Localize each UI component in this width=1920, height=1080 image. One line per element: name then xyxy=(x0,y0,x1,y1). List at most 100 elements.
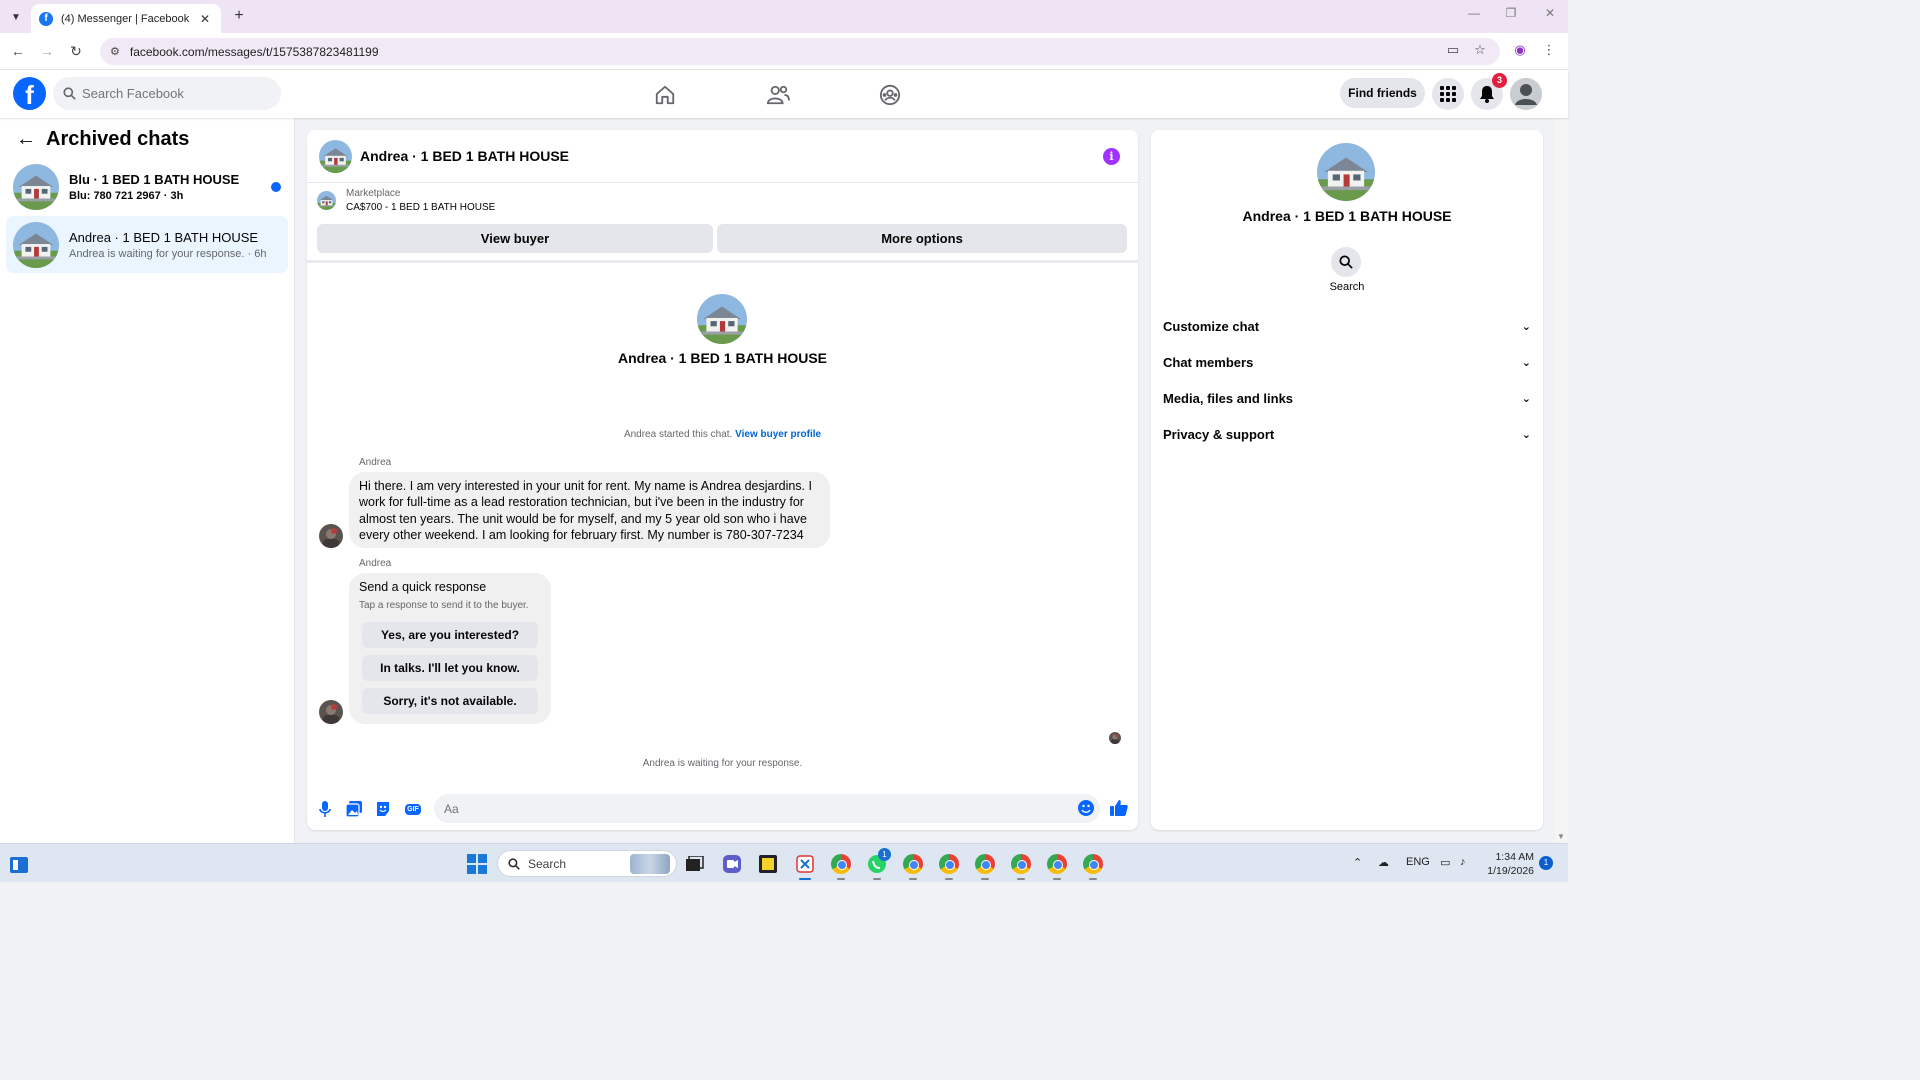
chat-started-notice: Andrea started this chat. View buyer pro… xyxy=(307,429,1138,440)
running-indicator xyxy=(1053,878,1061,880)
tray-overflow-icon[interactable]: ⌃ xyxy=(1353,856,1362,869)
window-close-button[interactable]: ✕ xyxy=(1535,6,1565,20)
taskbar-search[interactable]: Search xyxy=(497,850,677,877)
archived-chats-panel: ← Archived chats Blu · 1 BED 1 BATH HOUS… xyxy=(0,118,295,843)
active-app-indicator xyxy=(799,878,811,880)
address-bar[interactable]: ⚙ facebook.com/messages/t/15753878234811… xyxy=(100,38,1500,65)
panel-title: Archived chats xyxy=(46,128,190,150)
widgets-icon[interactable] xyxy=(7,853,31,877)
like-thumb-icon[interactable] xyxy=(1109,798,1129,818)
more-options-button[interactable]: More options xyxy=(717,224,1127,253)
conversation-title[interactable]: Andrea · 1 BED 1 BATH HOUSE xyxy=(360,148,569,164)
running-indicator xyxy=(981,878,989,880)
view-buyer-button[interactable]: View buyer xyxy=(317,224,713,253)
minimize-button[interactable]: — xyxy=(1459,6,1489,20)
customize-chat-section[interactable]: Customize chat ⌄ xyxy=(1163,312,1531,340)
back-arrow-icon[interactable]: ← xyxy=(16,128,36,151)
sticker-icon[interactable] xyxy=(373,799,393,819)
forward-icon[interactable]: → xyxy=(37,41,57,61)
find-friends-button[interactable]: Find friends xyxy=(1340,78,1425,108)
search-icon xyxy=(1339,255,1353,269)
search-in-conversation-button[interactable] xyxy=(1331,247,1361,277)
sticky-notes-icon[interactable] xyxy=(756,852,780,876)
gif-icon[interactable]: GIF xyxy=(403,799,423,819)
chat-details-panel: Andrea · 1 BED 1 BATH HOUSE Search Custo… xyxy=(1151,130,1543,830)
chat-list-item[interactable]: Blu · 1 BED 1 BATH HOUSE Blu: 780 721 29… xyxy=(6,158,288,215)
system-clock[interactable]: 1:34 AM 1/19/2026 xyxy=(1484,850,1534,878)
volume-icon[interactable]: ♪ xyxy=(1460,856,1466,868)
install-app-icon[interactable]: ▭ xyxy=(1443,42,1463,62)
running-indicator xyxy=(1017,878,1025,880)
whatsapp-icon[interactable]: 1 xyxy=(865,848,891,880)
sender-avatar[interactable] xyxy=(319,524,343,548)
section-label: Privacy & support xyxy=(1163,426,1275,442)
browser-tab[interactable]: f (4) Messenger | Facebook ✕ xyxy=(31,4,221,33)
running-indicator xyxy=(873,878,881,880)
marketplace-label: Marketplace xyxy=(346,188,401,199)
chrome-profile-icon[interactable] xyxy=(1045,852,1069,880)
friends-icon[interactable] xyxy=(763,80,793,110)
start-windows-icon[interactable] xyxy=(465,852,489,876)
chat-list-item-active[interactable]: Andrea · 1 BED 1 BATH HOUSE Andrea is wa… xyxy=(6,216,288,273)
site-info-icon[interactable]: ⚙ xyxy=(110,45,120,58)
emoji-icon[interactable] xyxy=(1076,798,1096,818)
chrome-profile-icon[interactable] xyxy=(1081,852,1105,880)
restore-button[interactable]: ❐ xyxy=(1496,6,1526,20)
menu-grid-icon[interactable] xyxy=(1432,78,1464,110)
notification-center-badge[interactable]: 1 xyxy=(1539,856,1553,870)
sender-avatar[interactable] xyxy=(319,700,343,724)
facebook-logo-icon[interactable]: f xyxy=(13,77,46,110)
media-files-links-section[interactable]: Media, files and links ⌄ xyxy=(1163,384,1531,412)
info-icon[interactable]: i xyxy=(1103,148,1120,165)
task-view-icon[interactable] xyxy=(683,852,707,876)
groups-icon[interactable] xyxy=(875,80,905,110)
chat-members-section[interactable]: Chat members ⌄ xyxy=(1163,348,1531,376)
quick-response-subtitle: Tap a response to send it to the buyer. xyxy=(359,600,529,612)
language-indicator[interactable]: ENG xyxy=(1406,856,1430,868)
chrome-icon[interactable] xyxy=(829,852,853,880)
message-input[interactable] xyxy=(434,794,1100,823)
new-tab-button[interactable]: + xyxy=(230,7,248,25)
browser-tab-strip: ▼ f (4) Messenger | Facebook ✕ + — ❐ ✕ xyxy=(0,0,1568,33)
page-scrollbar[interactable]: ▲ ▼ xyxy=(1555,70,1568,843)
bookmark-star-icon[interactable]: ☆ xyxy=(1470,42,1490,62)
view-buyer-profile-link[interactable]: View buyer profile xyxy=(735,429,821,440)
account-avatar[interactable] xyxy=(1510,78,1542,110)
search-highlight-image xyxy=(630,854,670,874)
quick-response-button[interactable]: Yes, are you interested? xyxy=(362,621,538,648)
onedrive-off-icon[interactable]: ☁ xyxy=(1378,856,1389,869)
chrome-profile-icon[interactable] xyxy=(937,852,961,880)
facebook-search[interactable] xyxy=(53,77,281,110)
chrome-profile-icon[interactable] xyxy=(901,852,925,880)
network-icon[interactable]: ▭ xyxy=(1440,856,1450,869)
search-label: Search xyxy=(1329,281,1365,293)
browser-menu-icon[interactable]: ⋮ xyxy=(1539,42,1559,62)
message-bubble[interactable]: Hi there. I am very interested in your u… xyxy=(349,472,830,548)
section-label: Media, files and links xyxy=(1163,390,1294,406)
quick-response-button[interactable]: In talks. I'll let you know. xyxy=(362,654,538,681)
conversation-avatar[interactable] xyxy=(319,140,352,173)
teams-meet-icon[interactable] xyxy=(720,852,744,876)
reload-icon[interactable]: ↻ xyxy=(66,41,86,61)
snipping-tool-icon[interactable] xyxy=(793,852,817,880)
profile-icon[interactable]: ◉ xyxy=(1510,42,1530,62)
tab-search-icon[interactable]: ▼ xyxy=(6,7,26,27)
chat-preview: Andrea is waiting for your response. · 6… xyxy=(69,247,267,260)
taskbar-search-label: Search xyxy=(528,856,567,871)
search-input[interactable] xyxy=(82,86,262,101)
quick-response-button[interactable]: Sorry, it's not available. xyxy=(362,687,538,714)
started-text: Andrea started this chat. xyxy=(623,429,736,440)
scroll-down-icon[interactable]: ▼ xyxy=(1557,832,1565,841)
intro-name: Andrea · 1 BED 1 BATH HOUSE xyxy=(618,350,827,366)
privacy-support-section[interactable]: Privacy & support ⌄ xyxy=(1163,420,1531,448)
gif-label: GIF xyxy=(405,803,421,815)
chrome-profile-icon[interactable] xyxy=(973,852,997,880)
back-icon[interactable]: ← xyxy=(8,41,28,61)
tab-close-icon[interactable]: ✕ xyxy=(197,12,213,26)
clock-date: 1/19/2026 xyxy=(1487,865,1534,877)
home-icon[interactable] xyxy=(650,80,680,110)
microphone-icon[interactable] xyxy=(315,799,335,819)
chrome-profile-icon[interactable] xyxy=(1009,852,1033,880)
photo-icon[interactable] xyxy=(344,799,364,819)
search-icon xyxy=(508,857,520,870)
